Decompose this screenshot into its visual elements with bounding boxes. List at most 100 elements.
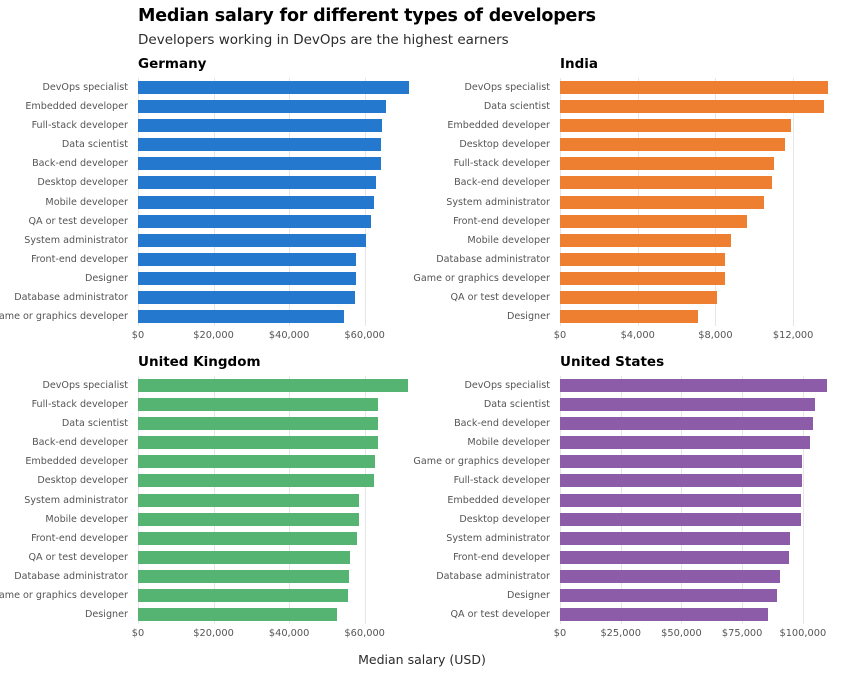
- bar-series: [138, 78, 410, 326]
- bar-row: [560, 271, 726, 285]
- y-axis-tick-label: QA or test developer: [450, 291, 550, 303]
- bar: [560, 157, 774, 171]
- y-axis-tick-label: Data scientist: [61, 139, 128, 151]
- y-axis-tick-label: Game or graphics developer: [0, 310, 128, 322]
- bar-row: [138, 474, 375, 488]
- bar-row: [560, 214, 747, 228]
- bar: [560, 455, 802, 469]
- y-axis-tick-label: Front-end developer: [31, 253, 128, 265]
- bar-row: [560, 398, 815, 412]
- bar-row: [138, 531, 358, 545]
- panel-germany: Germany DevOps specialist Embedded develo…: [0, 52, 422, 352]
- x-axis-tick-label: $0: [131, 330, 145, 341]
- page-subtitle: Developers working in DevOps are the hig…: [138, 32, 509, 48]
- bar-row: [138, 379, 409, 393]
- bar-series: [138, 376, 410, 624]
- y-axis-tick-label: DevOps specialist: [42, 82, 128, 94]
- x-axis: $0 $25,000 $50,000 $75,000 $100,000: [554, 624, 832, 646]
- plot-area: [560, 78, 832, 326]
- y-axis-tick-label: Game or graphics developer: [413, 456, 550, 468]
- bar-series: [560, 78, 832, 326]
- bar-row: [560, 550, 789, 564]
- y-axis-tick-label: Designer: [507, 589, 550, 601]
- y-axis-labels: DevOps specialist Data scientist Back-end …: [413, 376, 555, 624]
- bar-row: [560, 195, 764, 209]
- panel-india: India DevOps specialist Data scientist Emb…: [413, 52, 844, 352]
- x-axis-tick-label: $75,000: [721, 628, 763, 639]
- bar: [138, 550, 350, 564]
- bar: [560, 309, 698, 323]
- bar: [560, 81, 829, 95]
- y-axis-labels: DevOps specialist Embedded developer Full-…: [0, 78, 133, 326]
- bar: [560, 417, 813, 431]
- bar: [560, 252, 726, 266]
- y-axis-tick-label: Game or graphics developer: [0, 589, 128, 601]
- y-axis-tick-label: Mobile developer: [467, 437, 550, 449]
- x-axis-tick-label: $60,000: [344, 628, 385, 639]
- y-axis-tick-label: Database administrator: [436, 253, 550, 265]
- bar: [138, 214, 371, 228]
- bar-row: [560, 157, 774, 171]
- bar-row: [560, 455, 802, 469]
- x-axis-tick-label: $40,000: [268, 330, 310, 341]
- plot-area: [560, 376, 832, 624]
- y-axis-tick-label: Desktop developer: [459, 513, 550, 525]
- bar-row: [138, 214, 371, 228]
- bar-row: [560, 379, 828, 393]
- bar: [138, 81, 410, 95]
- y-axis-tick-label: Front-end developer: [31, 532, 128, 544]
- bar: [138, 100, 386, 114]
- bar-row: [138, 493, 360, 507]
- y-axis-tick-label: Desktop developer: [459, 139, 550, 151]
- y-axis-labels: DevOps specialist Data scientist Embedded …: [413, 78, 555, 326]
- plot-area: [138, 78, 410, 326]
- bar: [138, 531, 358, 545]
- bar-row: [560, 81, 829, 95]
- y-axis-tick-label: Game or graphics developer: [413, 272, 550, 284]
- bar-row: [560, 100, 825, 114]
- bar-row: [560, 436, 811, 450]
- x-axis-tick-label: $12,000: [772, 330, 814, 341]
- y-axis-tick-label: QA or test developer: [28, 215, 128, 227]
- y-axis-tick-label: System administrator: [24, 234, 128, 246]
- bar: [560, 119, 792, 133]
- bar: [560, 138, 786, 152]
- y-axis-tick-label: Designer: [85, 272, 128, 284]
- bar-row: [138, 195, 374, 209]
- y-axis-tick-label: Front-end developer: [453, 551, 550, 563]
- bar-row: [138, 138, 382, 152]
- bar-row: [138, 176, 376, 190]
- bar: [138, 138, 382, 152]
- bar-row: [138, 233, 366, 247]
- bar: [138, 195, 374, 209]
- panel-title: United States: [560, 354, 665, 370]
- y-axis-tick-label: Data scientist: [483, 101, 550, 113]
- bar-row: [138, 271, 356, 285]
- y-axis-tick-label: Front-end developer: [453, 215, 550, 227]
- x-axis-tick-label: $8,000: [698, 330, 733, 341]
- y-axis-tick-label: Desktop developer: [37, 475, 128, 487]
- y-axis-tick-label: Database administrator: [14, 291, 128, 303]
- y-axis-tick-label: Full-stack developer: [453, 475, 550, 487]
- page-title: Median salary for different types of dev…: [138, 6, 596, 26]
- x-axis: $0 $4,000 $8,000 $12,000: [554, 326, 832, 348]
- bar-row: [138, 100, 386, 114]
- bar: [138, 512, 359, 526]
- x-axis: $0 $20,000 $40,000 $60,000: [132, 326, 410, 348]
- panel-united-kingdom: United Kingdom DevOps specialist Full-sta…: [0, 350, 422, 650]
- bar-row: [138, 309, 344, 323]
- x-axis-tick-label: $40,000: [268, 628, 310, 639]
- y-axis-tick-label: Desktop developer: [37, 177, 128, 189]
- bar-row: [560, 417, 813, 431]
- y-axis-tick-label: Back-end developer: [32, 158, 128, 170]
- bar: [560, 398, 815, 412]
- y-axis-tick-label: System administrator: [24, 494, 128, 506]
- bar-row: [138, 455, 375, 469]
- bar-row: [138, 119, 382, 133]
- bar-row: [138, 398, 378, 412]
- panel-title: United Kingdom: [138, 354, 261, 370]
- bar: [560, 271, 726, 285]
- bar: [138, 436, 378, 450]
- bar: [560, 233, 731, 247]
- y-axis-tick-label: Embedded developer: [447, 120, 550, 132]
